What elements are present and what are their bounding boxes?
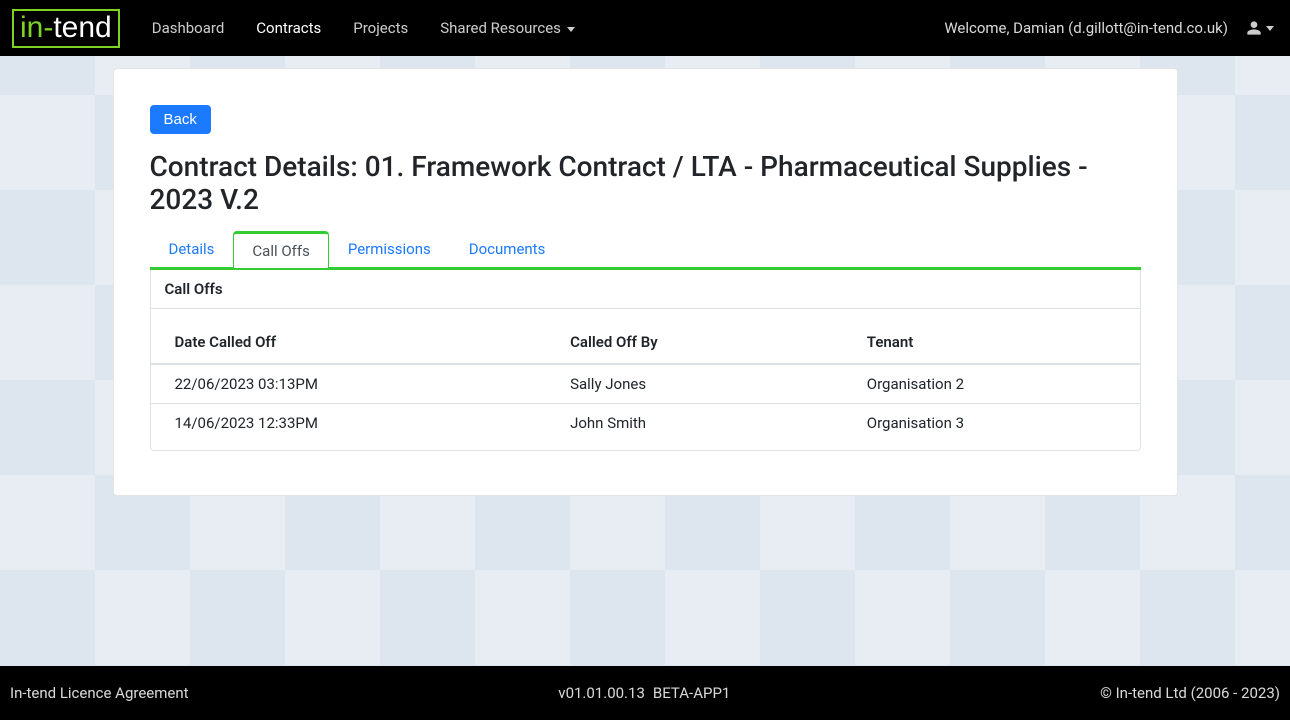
cell-tenant: Organisation 2 (843, 364, 1140, 404)
chevron-down-icon (1266, 26, 1274, 31)
col-by: Called Off By (546, 321, 843, 364)
footer-env: BETA-APP1 (653, 684, 730, 702)
col-tenant: Tenant (843, 321, 1140, 364)
tabs: Details Call Offs Permissions Documents (150, 230, 1141, 270)
cell-date: 22/06/2023 03:13PM (151, 364, 547, 404)
call-offs-table: Date Called Off Called Off By Tenant 22/… (151, 321, 1140, 442)
nav-projects[interactable]: Projects (339, 11, 422, 45)
page-title: Contract Details: 01. Framework Contract… (150, 150, 1141, 216)
cell-date: 14/06/2023 12:33PM (151, 404, 547, 443)
footer-copyright: © In-tend Ltd (2006 - 2023) (1100, 684, 1280, 702)
table-row[interactable]: 14/06/2023 12:33PM John Smith Organisati… (151, 404, 1140, 443)
tab-permissions[interactable]: Permissions (329, 231, 450, 268)
nav-dashboard[interactable]: Dashboard (138, 11, 239, 45)
tab-call-offs[interactable]: Call Offs (233, 231, 328, 268)
footer-version: v01.01.00.13 (558, 684, 645, 702)
brand-logo[interactable]: in-tend (12, 9, 120, 48)
footer-licence-link[interactable]: In-tend Licence Agreement (10, 684, 189, 702)
cell-tenant: Organisation 3 (843, 404, 1140, 443)
content-card: Back Contract Details: 01. Framework Con… (113, 68, 1178, 496)
table-row[interactable]: 22/06/2023 03:13PM Sally Jones Organisat… (151, 364, 1140, 404)
panel-call-offs: Call Offs Date Called Off Called Off By … (150, 270, 1141, 451)
col-date: Date Called Off (151, 321, 547, 364)
footer: In-tend Licence Agreement v01.01.00.13 B… (0, 666, 1290, 720)
nav-contracts[interactable]: Contracts (242, 11, 335, 45)
welcome-text: Welcome, Damian (d.gillott@in-tend.co.uk… (944, 19, 1228, 37)
chevron-down-icon (567, 27, 575, 32)
nav-shared-resources[interactable]: Shared Resources (426, 11, 588, 45)
back-button[interactable]: Back (150, 105, 211, 134)
user-icon (1246, 20, 1262, 36)
cell-by: John Smith (546, 404, 843, 443)
user-menu[interactable] (1242, 16, 1278, 40)
tab-details[interactable]: Details (150, 231, 234, 268)
panel-title: Call Offs (151, 270, 1140, 309)
tab-documents[interactable]: Documents (450, 231, 565, 268)
cell-by: Sally Jones (546, 364, 843, 404)
top-navbar: in-tend Dashboard Contracts Projects Sha… (0, 0, 1290, 56)
